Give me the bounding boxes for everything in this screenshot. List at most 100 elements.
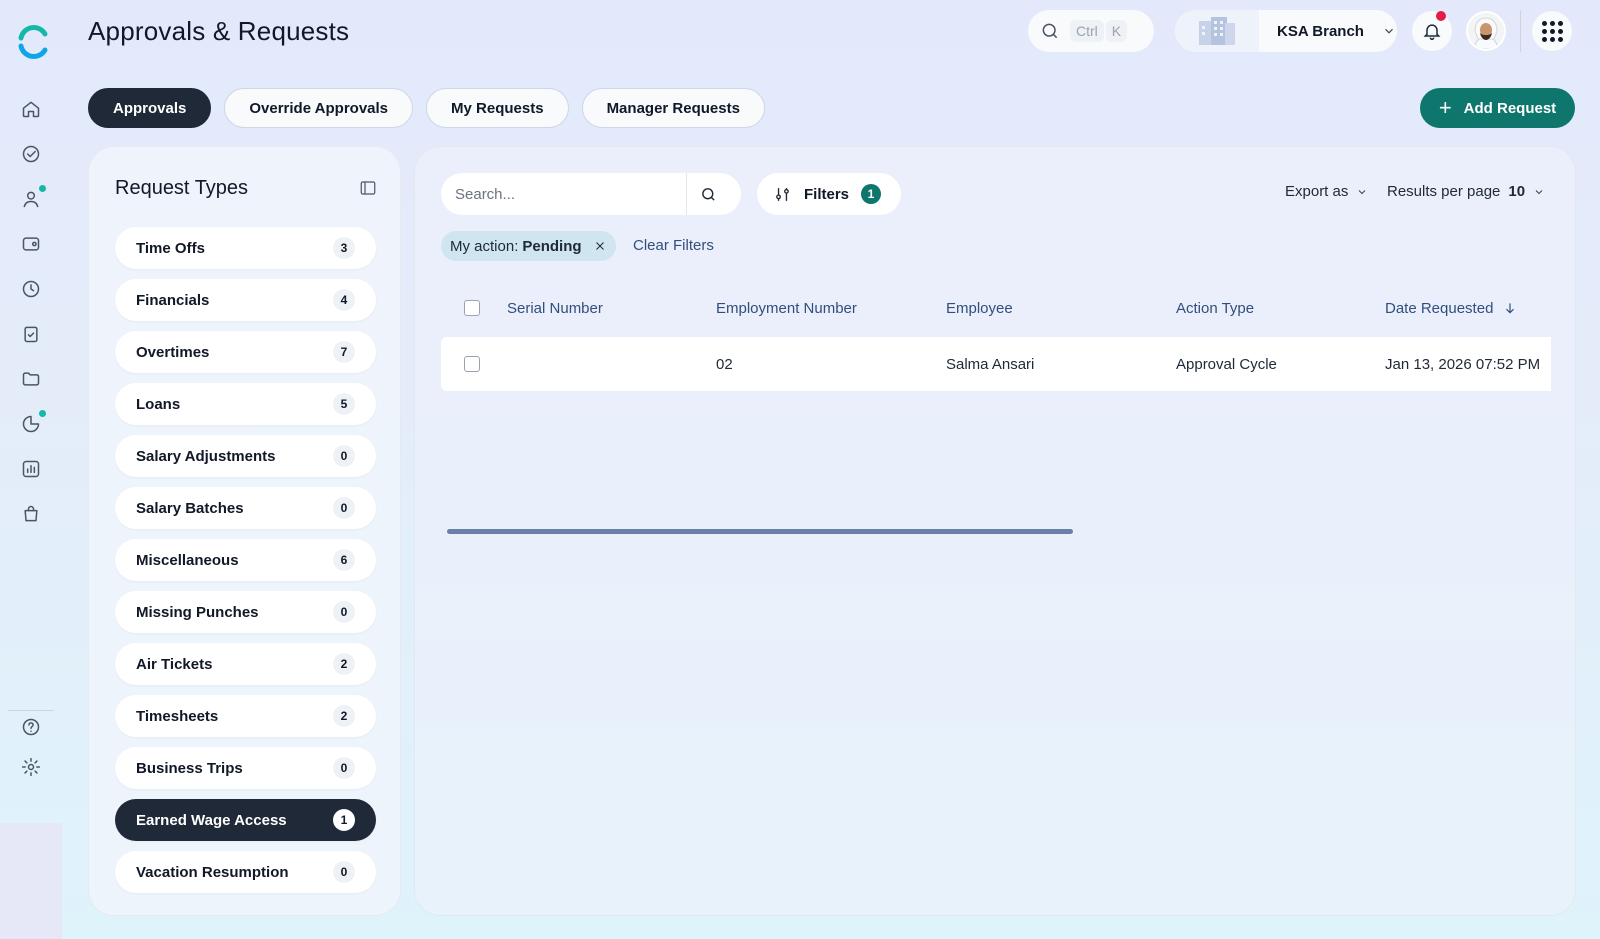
tab-manager-requests[interactable]: Manager Requests bbox=[581, 88, 765, 128]
add-request-button[interactable]: + Add Request bbox=[1420, 88, 1575, 128]
request-type-label: Loans bbox=[136, 395, 181, 413]
side-rail bbox=[0, 0, 62, 939]
header-divider bbox=[1520, 10, 1521, 52]
request-types-title: Request Types bbox=[115, 177, 249, 199]
sidebar-collapse-icon[interactable] bbox=[359, 179, 377, 197]
cell-action-type: Approval Cycle bbox=[1176, 355, 1277, 373]
page-title: Approvals & Requests bbox=[88, 16, 350, 46]
filters-button[interactable]: Filters 1 bbox=[757, 173, 901, 215]
notification-badge bbox=[1436, 11, 1446, 21]
table-search bbox=[441, 173, 741, 215]
requests-panel: Filters 1 Export as Results per page 10 … bbox=[414, 146, 1576, 916]
branch-selector[interactable]: KSA Branch bbox=[1175, 10, 1397, 52]
request-type-label: Time Offs bbox=[136, 239, 205, 257]
request-type-miscellaneous[interactable]: Miscellaneous 6 bbox=[115, 539, 376, 581]
results-per-page-label: Results per page bbox=[1387, 183, 1501, 200]
column-header-action-type[interactable]: Action Type bbox=[1176, 300, 1385, 317]
request-types-panel: Request Types Time Offs 3 Financials 4 Ove… bbox=[88, 146, 401, 916]
sort-arrow-down-icon bbox=[1506, 303, 1515, 314]
wallet-icon[interactable] bbox=[15, 228, 47, 260]
request-type-salary-batches[interactable]: Salary Batches 0 bbox=[115, 487, 376, 529]
pie-chart-icon[interactable] bbox=[15, 408, 47, 440]
folder-icon[interactable] bbox=[15, 363, 47, 395]
table-header: Serial Number Employment Number Employee… bbox=[441, 279, 1551, 337]
bag-icon[interactable] bbox=[15, 498, 47, 530]
rail-footer bbox=[0, 823, 62, 939]
clock-icon[interactable] bbox=[15, 273, 47, 305]
request-type-missing-punches[interactable]: Missing Punches 0 bbox=[115, 591, 376, 633]
request-type-count: 0 bbox=[333, 861, 355, 883]
column-header-date-requested[interactable]: Date Requested bbox=[1385, 300, 1517, 317]
tab-approvals[interactable]: Approvals bbox=[88, 88, 212, 128]
column-header-employee[interactable]: Employee bbox=[946, 300, 1176, 317]
notification-dot bbox=[39, 410, 46, 417]
request-type-count: 5 bbox=[333, 393, 355, 415]
tab-my-requests[interactable]: My Requests bbox=[426, 88, 569, 128]
app-logo-icon[interactable] bbox=[15, 24, 51, 60]
table-row[interactable]: 02 Salma Ansari Approval Cycle Jan 13, 2… bbox=[441, 337, 1551, 391]
row-checkbox[interactable] bbox=[464, 356, 480, 372]
request-type-overtimes[interactable]: Overtimes 7 bbox=[115, 331, 376, 373]
column-header-employment-number[interactable]: Employment Number bbox=[716, 300, 946, 317]
building-icon bbox=[1175, 10, 1259, 52]
clear-filters-link[interactable]: Clear Filters bbox=[633, 237, 714, 254]
cell-employment-number: 02 bbox=[716, 355, 733, 373]
request-type-label: Business Trips bbox=[136, 759, 243, 777]
cell-employee: Salma Ansari bbox=[946, 355, 1035, 373]
request-type-label: Miscellaneous bbox=[136, 551, 239, 569]
requests-table: Serial Number Employment Number Employee… bbox=[441, 279, 1551, 534]
request-type-label: Salary Adjustments bbox=[136, 447, 276, 465]
add-request-label: Add Request bbox=[1463, 99, 1557, 117]
request-type-count: 2 bbox=[333, 705, 355, 727]
horizontal-scrollbar[interactable] bbox=[447, 529, 1073, 534]
request-type-label: Air Tickets bbox=[136, 655, 213, 673]
select-all-checkbox[interactable] bbox=[464, 300, 480, 316]
column-header-label: Date Requested bbox=[1385, 299, 1494, 317]
bar-chart-icon[interactable] bbox=[15, 453, 47, 485]
filter-sliders-icon bbox=[776, 187, 789, 201]
export-dropdown[interactable]: Export as bbox=[1285, 183, 1368, 200]
column-header-serial-number[interactable]: Serial Number bbox=[507, 300, 716, 317]
request-type-earned-wage-access[interactable]: Earned Wage Access 1 bbox=[115, 799, 376, 841]
search-icon bbox=[1042, 23, 1058, 39]
request-type-business-trips[interactable]: Business Trips 0 bbox=[115, 747, 376, 789]
request-type-vacation-resumption[interactable]: Vacation Resumption 0 bbox=[115, 851, 376, 893]
request-type-count: 4 bbox=[333, 289, 355, 311]
home-icon[interactable] bbox=[15, 93, 47, 125]
results-per-page-dropdown[interactable]: Results per page 10 bbox=[1387, 183, 1545, 200]
request-type-label: Overtimes bbox=[136, 343, 210, 361]
request-type-timesheets[interactable]: Timesheets 2 bbox=[115, 695, 376, 737]
employees-icon[interactable] bbox=[15, 183, 47, 215]
apps-grid-icon bbox=[1541, 20, 1563, 42]
search-button[interactable] bbox=[687, 173, 729, 215]
request-type-label: Salary Batches bbox=[136, 499, 244, 517]
request-type-count: 0 bbox=[333, 601, 355, 623]
help-icon[interactable] bbox=[15, 711, 47, 743]
global-search[interactable]: Ctrl K bbox=[1028, 10, 1154, 52]
request-type-label: Missing Punches bbox=[136, 603, 259, 621]
notifications-button[interactable] bbox=[1412, 11, 1452, 51]
request-types-list: Time Offs 3 Financials 4 Overtimes 7 Loans 5… bbox=[115, 227, 376, 903]
request-type-salary-adjustments[interactable]: Salary Adjustments 0 bbox=[115, 435, 376, 477]
active-filter-chip: My action: Pending bbox=[441, 231, 616, 261]
settings-gear-icon[interactable] bbox=[15, 751, 47, 783]
request-type-loans[interactable]: Loans 5 bbox=[115, 383, 376, 425]
check-circle-icon[interactable] bbox=[15, 138, 47, 170]
request-type-count: 0 bbox=[333, 497, 355, 519]
clipboard-check-icon[interactable] bbox=[15, 318, 47, 350]
results-per-page-value: 10 bbox=[1508, 183, 1526, 200]
search-input[interactable] bbox=[441, 185, 686, 203]
user-avatar[interactable] bbox=[1466, 11, 1506, 51]
apps-menu-button[interactable] bbox=[1532, 11, 1572, 51]
remove-filter-icon[interactable] bbox=[594, 240, 606, 252]
notification-dot bbox=[39, 185, 46, 192]
request-type-time-offs[interactable]: Time Offs 3 bbox=[115, 227, 376, 269]
request-type-air-tickets[interactable]: Air Tickets 2 bbox=[115, 643, 376, 685]
request-type-count: 0 bbox=[333, 445, 355, 467]
request-type-financials[interactable]: Financials 4 bbox=[115, 279, 376, 321]
request-type-count: 3 bbox=[333, 237, 355, 259]
tab-override-approvals[interactable]: Override Approvals bbox=[224, 88, 414, 128]
request-type-count: 1 bbox=[333, 809, 355, 831]
chevron-down-icon bbox=[1535, 189, 1543, 194]
export-label: Export as bbox=[1285, 183, 1349, 200]
